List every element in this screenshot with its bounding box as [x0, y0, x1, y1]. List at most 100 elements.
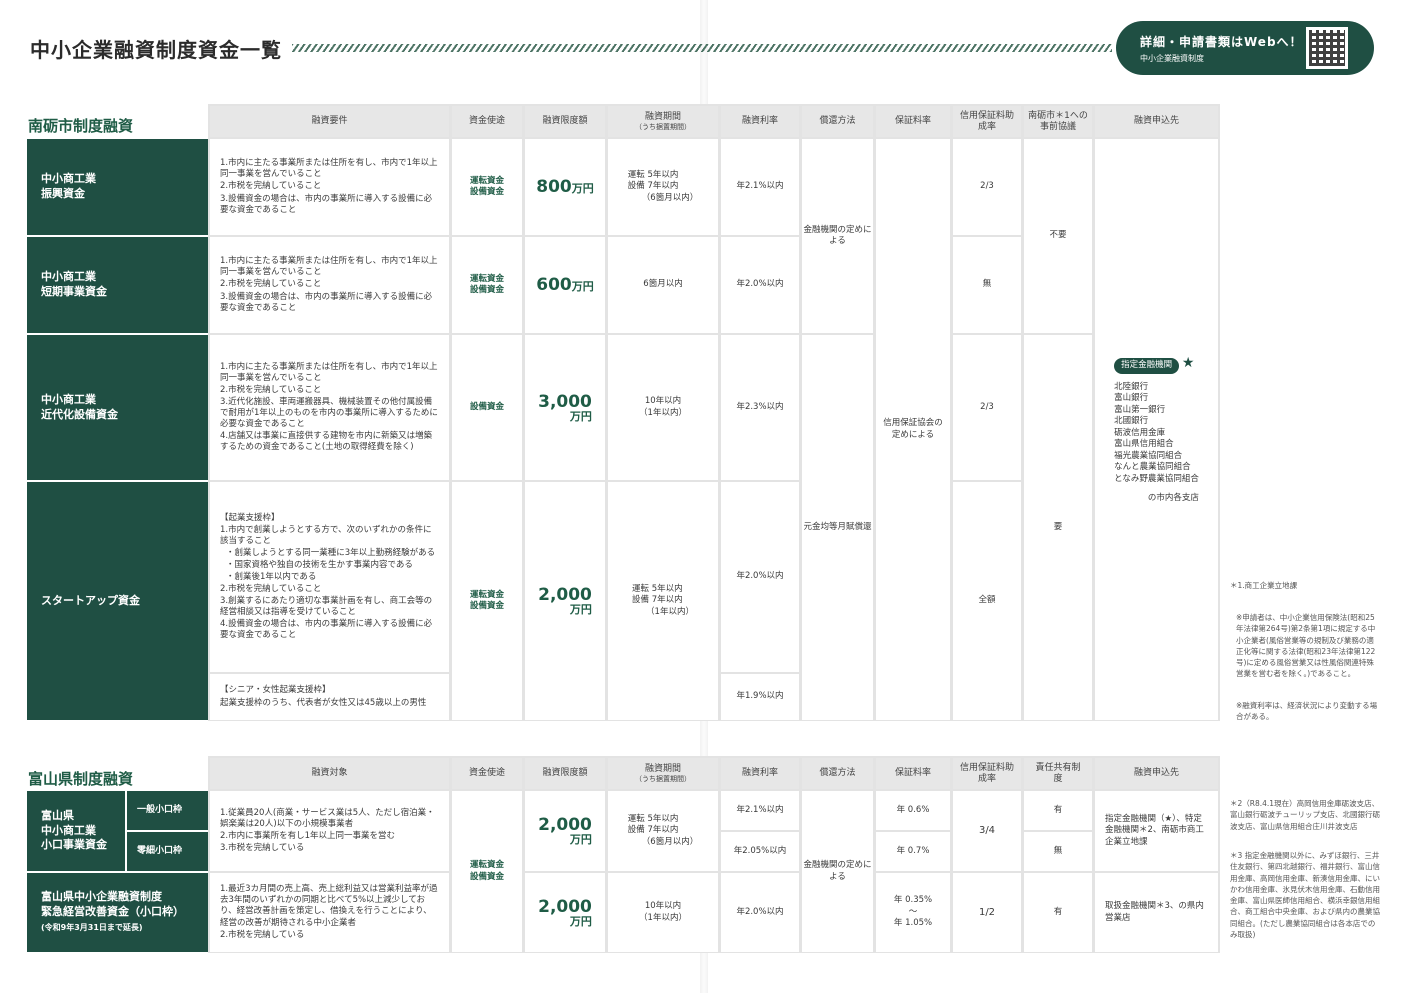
req-line: 【起業支援枠】	[220, 512, 280, 523]
s2-header-apply: 融資申込先	[1095, 758, 1218, 789]
note1-2: ※申請者は、中小企業信用保険法(昭和25年法律第264号)第2条第1項に規定する…	[1236, 613, 1376, 679]
use-line: 運転資金	[469, 273, 504, 284]
period-line: （1年以内）	[639, 407, 687, 418]
s1-row4-req: 【起業支援枠】 1.市内で創業しようとする方で、次のいずれかの条件に該当すること・…	[210, 482, 449, 672]
s2-row2-rate: 年2.0%以内	[721, 873, 799, 952]
s1-row3-req: 1.市内に主たる事業所または住所を有し、市内で1年以上同一事業を営んでいること 2…	[210, 335, 449, 480]
s2-row1-fee-b: 年 0.7%	[876, 832, 950, 871]
use-line: 設備資金	[469, 601, 504, 611]
s2-row2-subsidy: 1/2	[953, 873, 1021, 952]
bank-item: 富山銀行	[1114, 393, 1149, 404]
s1-row1-subsidy: 2/3	[953, 139, 1021, 235]
s2-row1-apply: 指定金融機関（★）、特定金融機関＊2、南砺市商工企業立地課	[1095, 791, 1218, 871]
s1-header-rate: 融資利率	[721, 106, 799, 137]
req-line: 1.市内に主たる事業所または住所を有し、市内で1年以上同一事業を営んでいること	[220, 256, 438, 278]
s2-row2-name3: (令和9年3月31日まで延長)	[41, 922, 143, 932]
s1-apply: 指定金融機関 ★ 北陸銀行 富山銀行 富山第一銀行 北國銀行 砺波信用金庫 富山…	[1095, 139, 1218, 720]
note2-1: ＊2（R8.4.1現在）高岡信用金庫砺波支店、富山銀行砺波チューリップ支店、北國…	[1230, 799, 1380, 831]
req-line: 4.店舗又は事業に直接供する建物を市内に新築又は増築するための資金であること(土…	[220, 431, 433, 453]
s2-row1-name3: 小口事業資金	[41, 838, 107, 852]
req-line: 1.市内で創業しようとする方で、次のいずれかの条件に該当すること	[220, 524, 432, 546]
s2-use: 運転資金 設備資金	[452, 791, 522, 952]
s2-row2-name1: 富山県中小企業融資制度	[41, 890, 162, 904]
s1-row2-name: 中小商工業 短期事業資金	[27, 237, 208, 333]
limit-number: 600	[536, 274, 572, 295]
s1-row1-limit: 800万円	[525, 139, 605, 235]
limit-number: 2,000	[538, 815, 592, 835]
s2-row2-req: 1.最近3カ月間の売上高、売上総利益又は営業利益率が過去3年間のいずれかの同期と…	[210, 873, 449, 952]
s2-row2-share: 有	[1024, 873, 1092, 952]
bank-item: となみ野農業協同組合	[1114, 473, 1199, 484]
period-line: 10年以内	[644, 396, 682, 407]
fee-line: 年 0.35%	[893, 895, 933, 906]
req-line: 2.市税を完納していること	[220, 584, 322, 595]
s1-row3-limit: 3,000 万円	[525, 335, 605, 480]
req-line: 1.市内に主たる事業所または住所を有し、市内で1年以上同一事業を営んでいること	[220, 158, 438, 180]
note2-2: ＊3 指定金融機関以外に、みずほ銀行、三井住友銀行、第四北越銀行、福井銀行、富山…	[1230, 851, 1380, 939]
req-line: 3.近代化施設、車両運搬器具、機械装置その他付属設備で耐用が1年以上のものを市内…	[220, 396, 438, 430]
use-line: 設備資金	[469, 871, 504, 882]
req-line: 4.設備資金の場合は、市内の事業所に導入する設備に必要な資金であること	[220, 619, 433, 641]
period-line: 運転 5年以内	[632, 583, 683, 594]
web-badge-title: 詳細・申請書類はWebへ！	[1140, 35, 1303, 49]
s1-row2-rate: 年2.0%以内	[721, 237, 799, 333]
s2-row1-name: 富山県 中小商工業 小口事業資金	[27, 791, 125, 871]
bank-item: 福光農業協同組合	[1114, 450, 1183, 461]
period-line: 運転 5年以内	[627, 169, 679, 180]
s2-row1-name2: 中小商工業	[41, 823, 96, 837]
s1-row4-name: スタートアップ資金	[27, 482, 208, 720]
s1-row4-limit: 2,000 万円	[525, 482, 605, 720]
use-line: 運転資金	[469, 175, 504, 186]
bank-item: 富山第一銀行	[1114, 404, 1166, 415]
use-line: 運転資金	[469, 860, 504, 871]
s2-row2-limit: 2,000 万円	[525, 873, 605, 952]
s2-row1-period: 運転 5年以内 設備 7年以内 （6箇月以内）	[608, 791, 718, 871]
req-line: 2.市税を完納していること	[220, 384, 322, 395]
s1-row3-period: 10年以内 （1年以内）	[608, 335, 718, 480]
qr-code-icon[interactable]	[1306, 27, 1348, 69]
req-line: 3.市税を完納している	[220, 843, 305, 854]
s2-row1-rate-a: 年2.1%以内	[721, 791, 799, 830]
s1-row4-use: 運転資金 設備資金	[452, 482, 522, 720]
use-line: 設備資金	[469, 187, 504, 197]
banks-tail: の市内各支店	[1147, 493, 1199, 504]
period-line: 設備 7年以内	[627, 181, 679, 192]
bank-item: 富山県信用組合	[1114, 439, 1174, 450]
req-line: 1.従業員20人(商業・サービス業は5人、ただし宿泊業・娯楽業は20人)以下の小…	[220, 807, 435, 829]
star-icon: ★	[1181, 355, 1195, 372]
s1-header-use: 資金使途	[452, 106, 522, 137]
s2-row1-rate-b: 年2.05%以内	[721, 832, 799, 871]
req-line: 1.市内に主たる事業所または住所を有し、市内で1年以上同一事業を営んでいること	[220, 361, 438, 383]
s1-row4-rate: 年2.0%以内	[721, 482, 799, 672]
s1-repay-b: 元金均等月賦償還	[802, 335, 873, 720]
s1-row2-req: 1.市内に主たる事業所または住所を有し、市内で1年以上同一事業を営んでいること 2…	[210, 237, 449, 333]
period-line: （6箇月以内）	[641, 836, 699, 847]
s1-consult-a: 不要	[1024, 139, 1092, 333]
s2-row2-name: 富山県中小企業融資制度 緊急経営改善資金（小口枠） (令和9年3月31日まで延長)	[27, 873, 208, 952]
req-line: 起業支援枠のうち、代表者が女性又は45歳以上の男性	[220, 697, 427, 708]
req-line: 2.市税を完納していること	[220, 279, 322, 290]
limit-unit: 万円	[569, 603, 592, 616]
s1-header-repay: 償還方法	[802, 106, 873, 137]
req-line: 3.創業するにあたり適切な事業計画を有し、商工会等の経営相談又は指導を受けている…	[220, 596, 433, 618]
limit-number: 800	[536, 176, 572, 197]
s2-repay: 金融機関の定めによる	[802, 791, 873, 952]
s2-row2-apply: 取扱金融機関＊3、の県内営業店	[1095, 873, 1218, 952]
web-link-badge[interactable]: 詳細・申請書類はWebへ！ 中小企業融資制度	[1116, 21, 1374, 75]
designated-bank-badge: 指定金融機関	[1114, 358, 1180, 374]
req-line: 3.設備資金の場合は、市内の事業所に導入する設備に必要な資金であること	[220, 193, 433, 215]
s1-header-period-text: 融資期間	[644, 112, 681, 123]
period-line: （6箇月以内）	[641, 192, 699, 203]
s1-row2-subsidy: 無	[953, 237, 1021, 333]
s1-row4-rate-sub: 年1.9%以内	[721, 674, 799, 720]
s1-row4-period: 運転 5年以内 設備 7年以内 （1年以内）	[608, 482, 718, 720]
bank-item: 砺波信用金庫	[1114, 427, 1166, 438]
s2-row2-name2: 緊急経営改善資金（小口枠）	[41, 905, 184, 919]
req-line: ・創業後1年以内である	[226, 571, 317, 582]
s2-row1-sub-a: 一般小口枠	[127, 791, 208, 830]
req-line: 1.最近3カ月間の売上高、売上総利益又は営業利益率が過去3年間のいずれかの同期と…	[220, 884, 438, 928]
req-line: ・国家資格や独自の技術を生かす事業内容である	[226, 559, 413, 570]
period-line: 設備 7年以内	[627, 825, 679, 836]
s2-row1-req: 1.従業員20人(商業・サービス業は5人、ただし宿泊業・娯楽業は20人)以下の小…	[210, 791, 449, 871]
limit-unit: 万円	[571, 279, 594, 293]
